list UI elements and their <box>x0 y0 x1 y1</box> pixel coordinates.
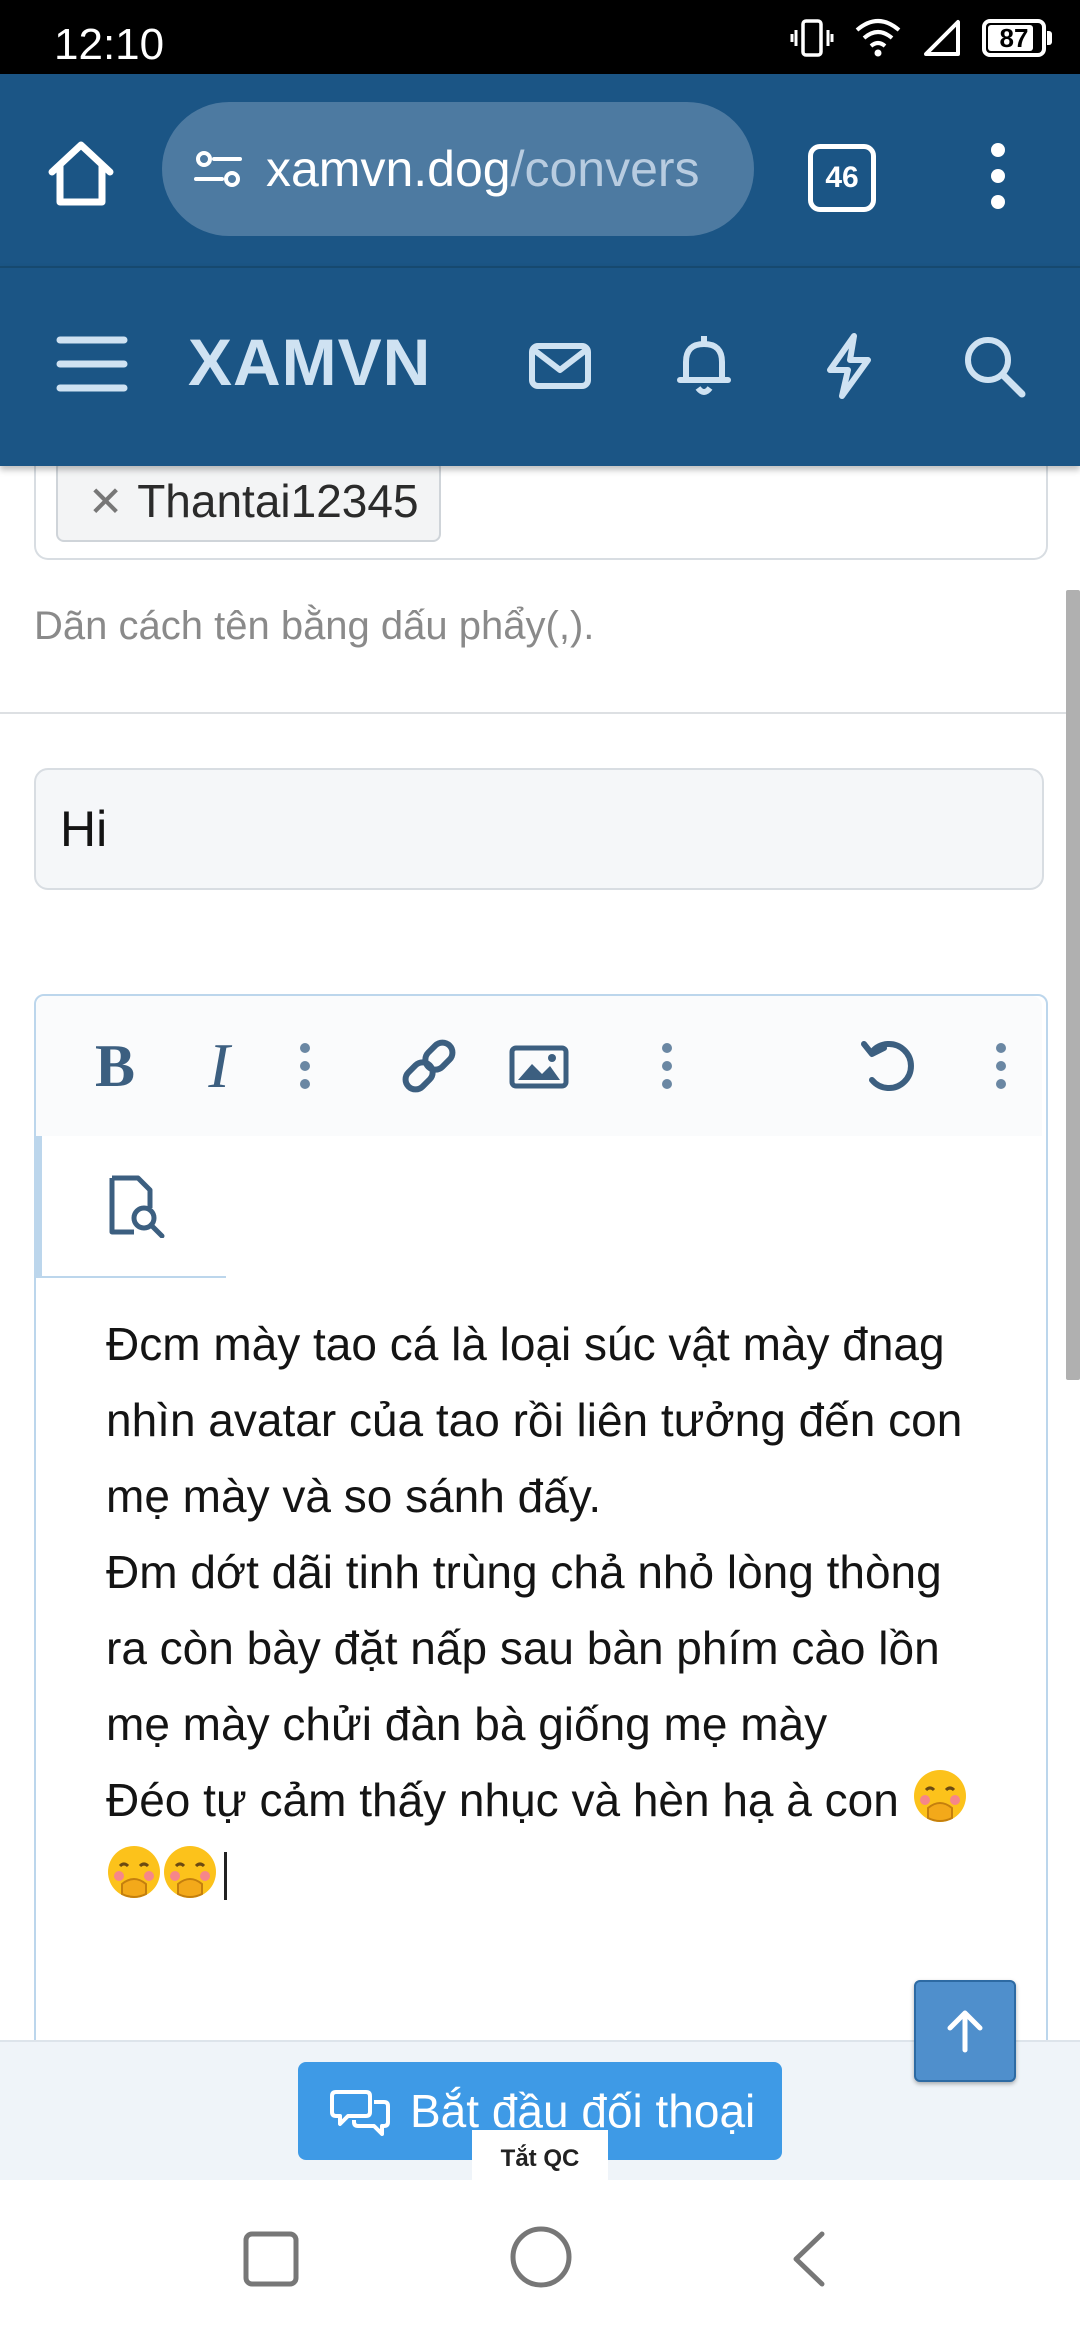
message-editor[interactable]: B I Đcm mày tao cá là loại súc vật mày đ… <box>34 994 1048 2040</box>
image-icon[interactable] <box>504 1026 574 1106</box>
bold-button[interactable]: B <box>80 1026 150 1106</box>
site-logo[interactable]: XAMVN <box>188 324 431 400</box>
message-line-2: Đm dớt dãi tinh trùng chả nhỏ lòng thòng… <box>106 1546 942 1750</box>
italic-button[interactable]: I <box>184 1026 254 1106</box>
comments-icon <box>330 2090 390 2136</box>
text-caret <box>224 1852 227 1900</box>
face-with-hand-over-mouth-emoji-icon <box>913 1770 966 1822</box>
recipient-name: Thantai12345 <box>137 475 419 527</box>
more-options-icon[interactable] <box>966 1026 1036 1106</box>
recent-apps-icon[interactable] <box>242 2230 300 2288</box>
tab-count: 46 <box>825 161 859 194</box>
home-icon[interactable] <box>44 136 118 210</box>
arrow-up-icon <box>947 2010 983 2053</box>
message-line-3-text: Đéo tự cảm thấy nhục và hèn hạ à con <box>106 1774 899 1826</box>
scroll-to-top-button[interactable] <box>914 1980 1016 2082</box>
recipient-chip: ✕ Thantai12345 <box>56 464 441 542</box>
search-icon[interactable] <box>960 332 1028 400</box>
wifi-icon <box>855 19 901 57</box>
status-icons: 87 <box>790 16 1052 60</box>
message-line-3: Đéo tự cảm thấy nhục và hèn hạ à con <box>106 1762 986 1914</box>
recipients-input[interactable]: ✕ Thantai12345 <box>34 464 1048 560</box>
face-with-hand-over-mouth-emoji-icon <box>108 1846 160 1898</box>
recipients-hint: Dãn cách tên bằng dấu phẩy(,). <box>34 604 595 648</box>
link-icon[interactable] <box>394 1026 464 1106</box>
section-divider <box>0 712 1080 714</box>
url-domain: xamvn.dog <box>266 141 511 197</box>
conversation-form: ✕ Thantai12345 Dãn cách tên bằng dấu phẩ… <box>0 464 1080 2040</box>
overflow-menu-icon[interactable] <box>978 136 1018 216</box>
back-icon[interactable] <box>786 2230 830 2288</box>
message-body[interactable]: Đcm mày tao cá là loại súc vật mày đnag … <box>106 1306 986 1914</box>
url-path: /convers <box>510 141 700 197</box>
site-settings-icon[interactable] <box>190 141 246 197</box>
status-time: 12:10 <box>54 20 165 69</box>
close-ad-button[interactable]: Tắt QC <box>472 2130 608 2188</box>
tab-switcher-button[interactable]: 46 <box>808 144 876 212</box>
preview-tab[interactable] <box>36 1136 226 1278</box>
mail-icon[interactable] <box>526 332 594 400</box>
battery-icon: 87 <box>982 19 1052 57</box>
address-bar[interactable]: xamvn.dog/convers <box>162 102 754 236</box>
more-text-options-icon[interactable] <box>270 1026 340 1106</box>
site-header: XAMVN <box>0 266 1080 466</box>
vibrate-icon <box>790 19 834 57</box>
battery-level: 87 <box>999 22 1029 53</box>
signal-icon <box>924 20 960 56</box>
hamburger-menu-icon[interactable] <box>56 334 128 394</box>
face-with-hand-over-mouth-emoji-icon <box>164 1846 216 1898</box>
system-navigation-bar <box>0 2180 1080 2340</box>
message-line-1: Đcm mày tao cá là loại súc vật mày đnag … <box>106 1318 963 1522</box>
more-insert-options-icon[interactable] <box>632 1026 702 1106</box>
remove-recipient-icon[interactable]: ✕ <box>88 477 123 526</box>
undo-icon[interactable] <box>856 1026 926 1106</box>
browser-toolbar: xamvn.dog/convers 46 <box>0 74 1080 266</box>
url-text: xamvn.dog/convers <box>266 140 700 198</box>
status-bar: 12:10 87 <box>0 0 1080 74</box>
conversation-title-input[interactable]: Hi <box>34 768 1044 890</box>
home-nav-icon[interactable] <box>508 2224 574 2290</box>
bell-icon[interactable] <box>670 332 738 400</box>
editor-toolbar: B I <box>36 996 1042 1136</box>
page-scrollbar[interactable] <box>1066 590 1080 1380</box>
lightning-icon[interactable] <box>814 332 882 400</box>
title-value: Hi <box>60 801 108 857</box>
preview-icon <box>109 1175 165 1238</box>
